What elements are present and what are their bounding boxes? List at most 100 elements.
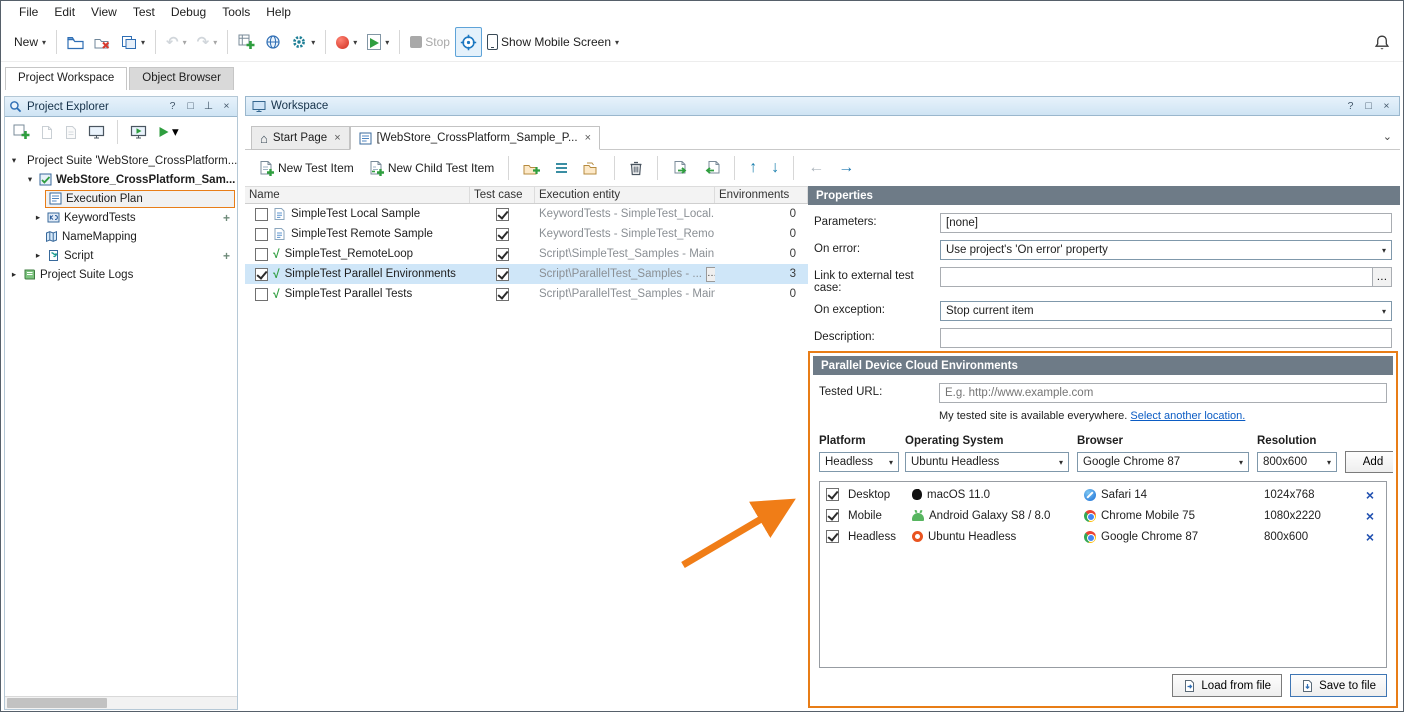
tab-list-chevron-icon[interactable]: ⌄ bbox=[1383, 130, 1392, 143]
run-state-button[interactable] bbox=[85, 122, 108, 143]
remove-environment-icon[interactable]: × bbox=[1366, 530, 1386, 544]
tab-object-browser[interactable]: Object Browser bbox=[129, 67, 234, 90]
new-item-button[interactable] bbox=[37, 122, 57, 143]
menu-tools[interactable]: Tools bbox=[214, 2, 258, 22]
column-test-case[interactable]: Test case bbox=[470, 187, 535, 203]
import-items-button[interactable] bbox=[698, 153, 725, 183]
environment-checkbox[interactable] bbox=[826, 530, 839, 543]
float-panel-icon[interactable]: □ bbox=[1362, 101, 1375, 112]
tree-item-project-suite-logs[interactable]: ▸ Project Suite Logs bbox=[5, 265, 237, 284]
item-enabled-checkbox[interactable] bbox=[255, 248, 268, 261]
show-mobile-screen-button[interactable]: Show Mobile Screen ▾ bbox=[482, 27, 624, 57]
on-exception-select[interactable]: Stop current item ▾ bbox=[940, 301, 1392, 321]
item-enabled-checkbox[interactable] bbox=[255, 268, 268, 281]
tree-item-script[interactable]: ▸ Script + bbox=[5, 246, 237, 265]
table-row-selected[interactable]: √ SimpleTest Parallel Environments Scrip… bbox=[245, 264, 808, 284]
record-button[interactable]: ▾ bbox=[331, 27, 362, 57]
remove-environment-icon[interactable]: × bbox=[1366, 488, 1386, 502]
menu-debug[interactable]: Debug bbox=[163, 2, 214, 22]
entity-browse-button[interactable]: … bbox=[706, 267, 715, 282]
table-row[interactable]: SimpleTest Local Sample KeywordTests - S… bbox=[245, 204, 808, 224]
add-project-button[interactable] bbox=[10, 121, 33, 143]
link-browse-button[interactable]: … bbox=[1373, 267, 1392, 287]
environment-checkbox[interactable] bbox=[826, 509, 839, 522]
menu-view[interactable]: View bbox=[83, 2, 125, 22]
horizontal-scrollbar[interactable] bbox=[5, 696, 237, 709]
new-button[interactable]: New ▾ bbox=[9, 27, 51, 57]
environment-row[interactable]: Desktop macOS 11.0 Safari 14 1024x768 × bbox=[820, 484, 1386, 505]
tested-url-input[interactable] bbox=[939, 383, 1387, 403]
move-down-button[interactable]: ↓ bbox=[766, 153, 784, 183]
tab-project-workspace[interactable]: Project Workspace bbox=[5, 67, 127, 90]
new-child-test-item-button[interactable]: New Child Test Item bbox=[363, 153, 499, 183]
column-execution-entity[interactable]: Execution entity bbox=[535, 187, 715, 203]
expand-icon[interactable]: ▾ bbox=[25, 174, 35, 185]
test-case-checkbox[interactable] bbox=[496, 208, 509, 221]
run-project-suite-button[interactable] bbox=[127, 122, 150, 143]
close-panel-icon[interactable]: × bbox=[220, 101, 233, 112]
remove-environment-icon[interactable]: × bbox=[1366, 509, 1386, 523]
environment-row[interactable]: Mobile Android Galaxy S8 / 8.0 Chrome Mo… bbox=[820, 505, 1386, 526]
close-tab-icon[interactable]: × bbox=[334, 132, 340, 144]
os-select[interactable]: Ubuntu Headless ▾ bbox=[905, 452, 1069, 472]
test-case-checkbox[interactable] bbox=[496, 288, 509, 301]
pin-icon[interactable]: ⊥ bbox=[202, 101, 215, 112]
new-test-item-button[interactable]: New Test Item bbox=[253, 153, 359, 183]
help-icon[interactable]: ? bbox=[166, 101, 179, 112]
parameters-input[interactable] bbox=[940, 213, 1392, 233]
close-panel-icon[interactable]: × bbox=[1380, 101, 1393, 112]
table-row[interactable]: √ SimpleTest_RemoteLoop Script\SimpleTes… bbox=[245, 244, 808, 264]
object-spy-toggle-button[interactable] bbox=[455, 27, 482, 57]
column-name[interactable]: Name bbox=[245, 187, 470, 203]
tree-item-keywordtests[interactable]: ▸ KeywordTests + bbox=[5, 208, 237, 227]
menu-help[interactable]: Help bbox=[258, 2, 299, 22]
add-child-icon[interactable]: + bbox=[223, 249, 237, 263]
table-row[interactable]: SimpleTest Remote Sample KeywordTests - … bbox=[245, 224, 808, 244]
tab-start-page[interactable]: ⌂ Start Page × bbox=[251, 126, 350, 150]
resolution-select[interactable]: 800x600 ▾ bbox=[1257, 452, 1337, 472]
scrollbar-thumb[interactable] bbox=[7, 698, 107, 708]
test-case-checkbox[interactable] bbox=[496, 248, 509, 261]
copy-group-button[interactable] bbox=[578, 153, 605, 183]
test-case-checkbox[interactable] bbox=[496, 268, 509, 281]
browser-select[interactable]: Google Chrome 87 ▾ bbox=[1077, 452, 1249, 472]
menu-file[interactable]: File bbox=[11, 2, 46, 22]
add-group-button[interactable] bbox=[518, 153, 545, 183]
add-child-icon[interactable]: + bbox=[223, 211, 237, 225]
menu-edit[interactable]: Edit bbox=[46, 2, 83, 22]
description-input[interactable] bbox=[940, 328, 1392, 348]
delete-item-button[interactable] bbox=[624, 153, 648, 183]
group-list-button[interactable] bbox=[549, 153, 574, 183]
on-error-select[interactable]: Use project's 'On error' property ▾ bbox=[940, 240, 1392, 260]
expand-icon[interactable]: ▾ bbox=[9, 155, 19, 166]
run-button[interactable]: ▾ bbox=[362, 27, 394, 57]
tab-execution-plan[interactable]: [WebStore_CrossPlatform_Sample_P... × bbox=[350, 126, 600, 150]
collapse-icon[interactable]: ▸ bbox=[33, 250, 43, 261]
move-up-button[interactable]: ↑ bbox=[744, 153, 762, 183]
table-row[interactable]: √ SimpleTest Parallel Tests Script\Paral… bbox=[245, 284, 808, 304]
add-environment-button[interactable]: Add bbox=[1345, 451, 1393, 473]
tree-item-project-suite[interactable]: ▾ Project Suite 'WebStore_CrossPlatform.… bbox=[5, 151, 237, 170]
item-enabled-checkbox[interactable] bbox=[255, 228, 268, 241]
tree-item-namemapping[interactable]: NameMapping bbox=[5, 227, 237, 246]
export-items-button[interactable] bbox=[667, 153, 694, 183]
web-services-button[interactable] bbox=[260, 27, 286, 57]
load-from-file-button[interactable]: Load from file bbox=[1172, 674, 1282, 697]
item-enabled-checkbox[interactable] bbox=[255, 288, 268, 301]
environment-row[interactable]: Headless Ubuntu Headless Google Chrome 8… bbox=[820, 526, 1386, 547]
environment-checkbox[interactable] bbox=[826, 488, 839, 501]
select-location-link[interactable]: Select another location. bbox=[1130, 410, 1245, 422]
undo-button[interactable]: ↶ ▾ bbox=[161, 27, 192, 57]
indent-button[interactable]: → bbox=[833, 153, 859, 183]
add-new-item-button[interactable] bbox=[233, 27, 260, 57]
run-options-button[interactable]: ▾ bbox=[154, 121, 182, 143]
redo-button[interactable]: ↷ ▾ bbox=[192, 27, 223, 57]
close-tab-icon[interactable]: × bbox=[585, 132, 591, 144]
close-file-button[interactable] bbox=[89, 27, 116, 57]
column-environments[interactable]: Environments bbox=[715, 187, 808, 203]
open-item-button[interactable] bbox=[61, 122, 81, 143]
item-enabled-checkbox[interactable] bbox=[255, 208, 268, 221]
float-panel-icon[interactable]: □ bbox=[184, 101, 197, 112]
open-button[interactable] bbox=[62, 27, 89, 57]
test-case-checkbox[interactable] bbox=[496, 228, 509, 241]
